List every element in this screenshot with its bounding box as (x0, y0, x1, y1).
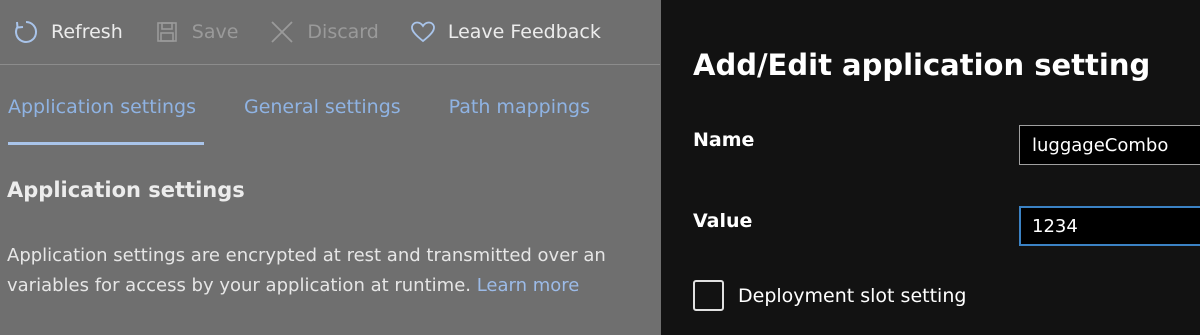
refresh-button[interactable]: Refresh (12, 18, 123, 46)
heart-icon (409, 18, 437, 46)
section-title: Application settings (7, 178, 245, 202)
background-page: Refresh Save Discard Leave Feedback Appl… (0, 0, 660, 335)
description-line-1: Application settings are encrypted at re… (7, 245, 606, 266)
description-text: variables for access by your application… (7, 275, 471, 296)
panel-title: Add/Edit application setting (693, 48, 1151, 82)
description-line-2: variables for access by your application… (7, 271, 660, 301)
command-bar: Refresh Save Discard Leave Feedback (0, 0, 660, 64)
tab-general-settings[interactable]: General settings (244, 96, 401, 144)
deployment-slot-setting-row[interactable]: Deployment slot setting (693, 280, 966, 311)
value-label: Value (693, 210, 753, 232)
name-label: Name (693, 129, 755, 151)
save-icon (153, 18, 181, 46)
refresh-label: Refresh (51, 21, 123, 43)
save-label: Save (191, 21, 239, 43)
toolbar-divider (0, 64, 660, 65)
discard-label: Discard (307, 21, 379, 43)
leave-feedback-label: Leave Feedback (447, 21, 601, 43)
discard-button[interactable]: Discard (268, 18, 379, 46)
save-button[interactable]: Save (153, 18, 239, 46)
deployment-slot-checkbox[interactable] (693, 280, 724, 311)
name-field[interactable] (1019, 125, 1200, 165)
leave-feedback-button[interactable]: Leave Feedback (409, 18, 601, 46)
tab-application-settings[interactable]: Application settings (8, 96, 204, 145)
learn-more-link[interactable]: Learn more (477, 275, 580, 296)
deployment-slot-label: Deployment slot setting (738, 284, 967, 307)
close-icon (268, 18, 296, 46)
section-description: Application settings are encrypted at re… (7, 241, 660, 301)
refresh-icon (12, 18, 40, 46)
tab-path-mappings[interactable]: Path mappings (449, 96, 590, 144)
settings-tabs: Application settings General settings Pa… (8, 96, 638, 145)
add-edit-setting-panel: Add/Edit application setting Name Value … (661, 0, 1200, 335)
value-field[interactable] (1019, 206, 1200, 246)
